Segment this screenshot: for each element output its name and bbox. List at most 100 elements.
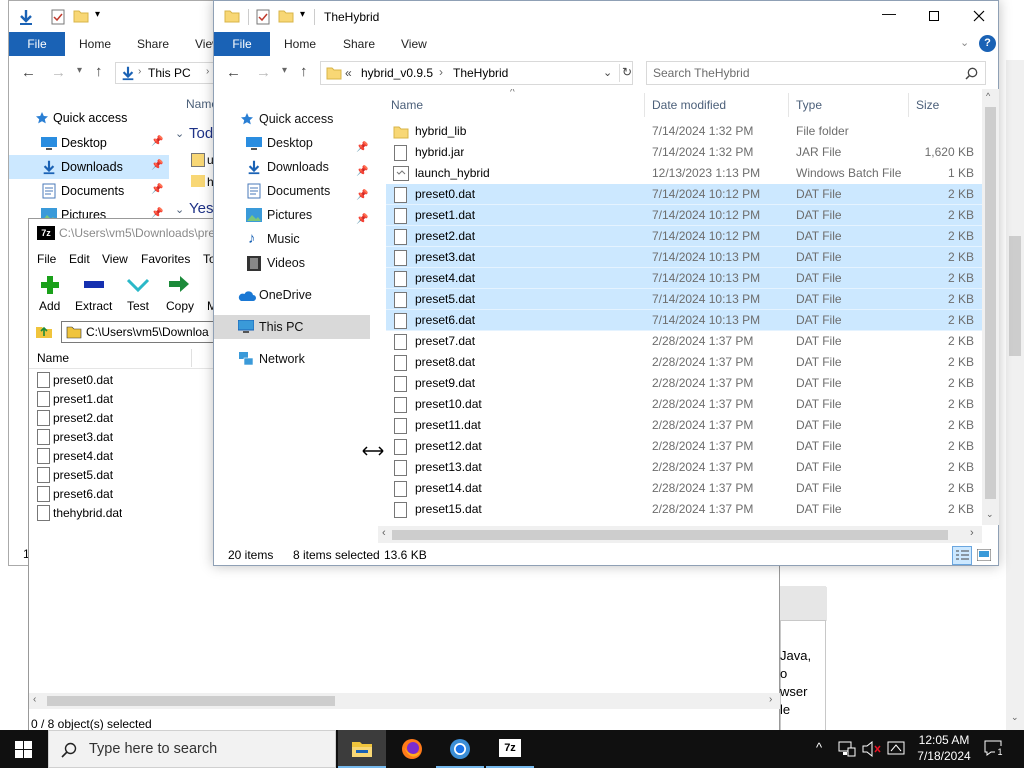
back-nav-desktop-row[interactable]: Desktop 📌 — [9, 131, 169, 155]
table-row[interactable]: hybrid.jar 7/14/2024 1:32 PM JAR File 1,620… — [386, 142, 982, 163]
scroll-right-icon[interactable]: › — [769, 694, 772, 705]
back-nav-quick-access[interactable]: Quick access — [53, 111, 127, 125]
table-row[interactable]: preset14.dat 2/28/2024 1:37 PM DAT File 2 K… — [386, 478, 982, 499]
folder-up-icon[interactable] — [35, 323, 53, 339]
taskbar-firefox[interactable] — [388, 730, 436, 768]
new-folder-icon[interactable] — [73, 9, 89, 23]
details-view-button[interactable] — [952, 546, 972, 565]
table-row[interactable]: preset15.dat 2/28/2024 1:37 PM DAT File 2 K… — [386, 499, 982, 520]
table-row[interactable]: preset2.dat 7/14/2024 10:12 PM DAT File 2 K… — [386, 226, 982, 247]
column-header-name[interactable]: Name — [391, 98, 423, 112]
list-item[interactable]: preset2.dat — [35, 409, 195, 428]
speaker-muted-icon[interactable] — [862, 741, 882, 757]
scroll-up-icon[interactable]: ^ — [986, 91, 990, 101]
column-divider[interactable] — [644, 93, 645, 117]
sevenzip-menu-view[interactable]: View — [102, 252, 128, 266]
list-item[interactable]: preset1.dat — [35, 390, 195, 409]
table-row[interactable]: preset7.dat 2/28/2024 1:37 PM DAT File 2 KB — [386, 331, 982, 352]
search-input[interactable]: Search TheHybrid — [653, 66, 750, 80]
qat-dropdown-icon[interactable]: ▾ — [95, 9, 100, 20]
qat-dropdown-icon[interactable]: ▾ — [300, 9, 305, 20]
sevenzip-add-button[interactable]: Add — [35, 273, 65, 317]
back-group-chevron-icon[interactable]: ⌄ — [175, 127, 184, 140]
back-up-arrow-icon[interactable]: ↑ — [95, 63, 103, 80]
column-divider[interactable] — [191, 349, 192, 367]
scroll-left-icon[interactable]: ‹ — [382, 527, 386, 539]
nav-network[interactable]: Network — [214, 347, 374, 371]
up-arrow-icon[interactable]: ↑ — [300, 63, 308, 80]
recent-locations-chevron-icon[interactable]: ▾ — [282, 65, 287, 76]
background-v-scrollbar[interactable]: ⌄ — [1006, 60, 1024, 730]
scroll-down-icon[interactable]: ⌄ — [1011, 712, 1019, 723]
forward-arrow-icon[interactable]: → — [256, 64, 271, 81]
list-item[interactable]: preset5.dat — [35, 466, 195, 485]
home-tab[interactable]: Home — [284, 37, 316, 51]
table-row[interactable]: preset8.dat 2/28/2024 1:37 PM DAT File 2 KB — [386, 352, 982, 373]
breadcrumb-overflow[interactable]: « — [345, 66, 352, 80]
breadcrumb-current[interactable]: TheHybrid — [453, 66, 508, 80]
clock-time[interactable]: 12:05 AM — [914, 733, 974, 747]
new-folder-icon[interactable] — [278, 9, 294, 23]
properties-icon[interactable] — [51, 9, 65, 25]
notification-center-button[interactable]: 1 — [982, 738, 1005, 760]
large-icons-view-icon[interactable] — [977, 549, 991, 561]
file-list-h-scrollbar[interactable]: ‹ › — [378, 526, 982, 543]
scroll-thumb[interactable] — [985, 107, 996, 499]
list-item[interactable]: thehybrid.dat — [35, 504, 195, 523]
back-address-bar[interactable]: › This PC › — [115, 62, 219, 84]
scroll-thumb[interactable] — [1009, 236, 1021, 356]
breadcrumb-separator[interactable]: › — [439, 65, 443, 79]
clock-date[interactable]: 7/18/2024 — [914, 749, 974, 763]
sevenzip-menu-favorites[interactable]: Favorites — [141, 252, 190, 266]
minimize-button[interactable]: — — [866, 5, 912, 27]
back-share-tab[interactable]: Share — [137, 37, 169, 51]
table-row[interactable]: preset1.dat 7/14/2024 10:12 PM DAT File 2 K… — [386, 205, 982, 226]
table-row[interactable]: preset6.dat 7/14/2024 10:13 PM DAT File 2 K… — [386, 310, 982, 331]
table-row[interactable]: preset11.dat 2/28/2024 1:37 PM DAT File 2 K… — [386, 415, 982, 436]
list-item[interactable]: preset0.dat — [35, 371, 195, 390]
nav-desktop[interactable]: Desktop 📌 — [214, 131, 374, 155]
nav-music[interactable]: ♪ Music — [214, 227, 374, 251]
share-tab[interactable]: Share — [343, 37, 375, 51]
column-header-date[interactable]: Date modified — [652, 98, 726, 112]
language-icon[interactable] — [887, 741, 905, 757]
back-group-chevron-icon[interactable]: ⌄ — [175, 203, 184, 216]
view-tab[interactable]: View — [401, 37, 427, 51]
back-recent-chevron-icon[interactable]: ▾ — [77, 65, 82, 76]
scroll-thumb[interactable] — [47, 696, 335, 706]
table-row[interactable]: preset12.dat 2/28/2024 1:37 PM DAT File 2 K… — [386, 436, 982, 457]
taskbar-chrome[interactable] — [436, 730, 484, 768]
taskbar-file-explorer[interactable] — [338, 730, 386, 768]
table-row[interactable]: preset0.dat 7/14/2024 10:12 PM DAT File 2 K… — [386, 184, 982, 205]
help-icon[interactable]: ? — [979, 35, 996, 52]
nav-quick-access[interactable]: Quick access — [214, 107, 374, 131]
back-home-tab[interactable]: Home — [79, 37, 111, 51]
properties-icon[interactable] — [256, 9, 270, 25]
list-item[interactable]: preset3.dat — [35, 428, 195, 447]
table-row[interactable]: preset3.dat 7/14/2024 10:13 PM DAT File 2 K… — [386, 247, 982, 268]
tray-overflow-chevron-icon[interactable]: ^ — [816, 740, 822, 755]
column-divider[interactable] — [908, 93, 909, 117]
nav-pictures[interactable]: Pictures 📌 — [214, 203, 374, 227]
back-group-today[interactable]: Tod — [189, 125, 213, 142]
table-row[interactable]: launch_hybrid 12/13/2023 1:13 PM Windows B… — [386, 163, 982, 184]
taskbar-search-input[interactable]: Type here to search — [89, 741, 217, 757]
address-dropdown-icon[interactable]: ⌄ — [603, 66, 612, 79]
scroll-down-icon[interactable]: ⌄ — [986, 509, 994, 520]
column-divider[interactable] — [788, 93, 789, 117]
nav-downloads[interactable]: Downloads 📌 — [214, 155, 374, 179]
scroll-thumb[interactable] — [392, 530, 948, 540]
table-row[interactable]: preset5.dat 7/14/2024 10:13 PM DAT File 2 K… — [386, 289, 982, 310]
network-icon[interactable] — [838, 741, 856, 757]
table-row[interactable]: preset10.dat 2/28/2024 1:37 PM DAT File 2 K… — [386, 394, 982, 415]
back-forward-arrow-icon[interactable]: → — [51, 64, 66, 81]
search-icon[interactable] — [965, 67, 978, 80]
sevenzip-test-button[interactable]: Test — [123, 273, 153, 317]
scroll-right-icon[interactable]: › — [970, 527, 974, 539]
scroll-left-icon[interactable]: ‹ — [33, 694, 36, 705]
maximize-button[interactable] — [912, 1, 958, 31]
nav-videos[interactable]: Videos — [214, 251, 374, 275]
breadcrumb-parent[interactable]: hybrid_v0.9.5 — [361, 66, 433, 80]
table-row[interactable]: preset9.dat 2/28/2024 1:37 PM DAT File 2 KB — [386, 373, 982, 394]
list-item[interactable]: preset4.dat — [35, 447, 195, 466]
